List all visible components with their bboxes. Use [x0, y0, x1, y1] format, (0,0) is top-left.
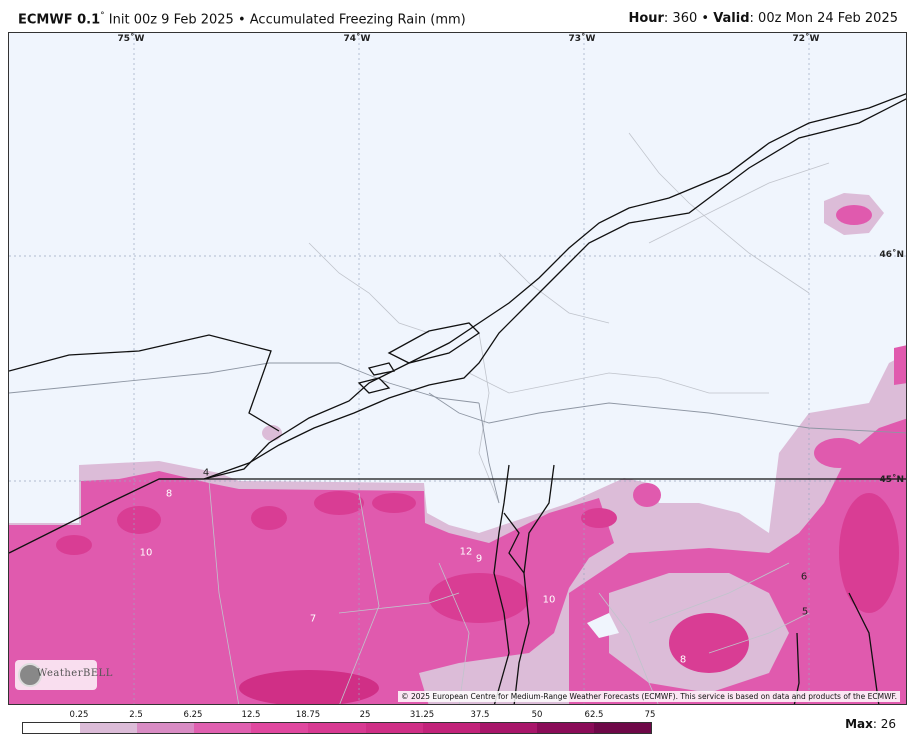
legend-label: 18.75	[295, 710, 321, 720]
value-label: 5	[801, 606, 809, 618]
value-label: 9	[475, 553, 483, 565]
value-label: 6	[800, 571, 808, 583]
legend-label: 0.25	[69, 710, 89, 720]
hour-value: : 360 •	[663, 11, 714, 26]
legend-labels: 0.25 2.5 6.25 12.5 18.75 25 31.25 37.5 5…	[22, 710, 656, 722]
legend-swatch	[137, 723, 195, 733]
header-bar: ECMWF 0.1° Init 00z 9 Feb 2025 • Accumul…	[0, 0, 914, 32]
lon-label-73w: 73˚W	[568, 34, 596, 44]
legend-label: 37.5	[470, 710, 490, 720]
legend-swatch	[308, 723, 366, 733]
legend-label: 50	[531, 710, 543, 720]
legend-label: 2.5	[129, 710, 143, 720]
color-legend: 0.25 2.5 6.25 12.5 18.75 25 31.25 37.5 5…	[22, 708, 656, 738]
map-svg	[9, 33, 906, 704]
legend-swatch	[479, 723, 537, 733]
legend-label: 62.5	[584, 710, 604, 720]
valid-time: Hour: 360 • Valid: 00z Mon 24 Feb 2025	[628, 11, 898, 26]
max-value: Max: 26	[845, 717, 896, 731]
precip-fill	[9, 193, 906, 704]
value-label: 10	[139, 547, 153, 559]
valid-value: : 00z Mon 24 Feb 2025	[749, 11, 898, 26]
legend-label: 31.25	[409, 710, 435, 720]
legend-swatch	[593, 723, 652, 733]
legend-swatch	[23, 723, 81, 733]
legend-label: 25	[359, 710, 371, 720]
value-label: 7	[309, 613, 317, 625]
legend-swatch	[365, 723, 423, 733]
value-label: 8	[165, 488, 173, 500]
legend-swatch	[251, 723, 309, 733]
legend-label: 6.25	[183, 710, 203, 720]
legend-swatch	[422, 723, 480, 733]
hour-label: Hour	[628, 11, 664, 26]
init-text: Init 00z 9 Feb 2025 • Accumulated Freezi…	[104, 12, 466, 28]
lon-label-75w: 75˚W	[117, 34, 145, 44]
map-panel[interactable]: 75˚W 74˚W 73˚W 72˚W 46˚N 45˚N 4 8 10 7 1…	[8, 32, 907, 705]
lon-label-72w: 72˚W	[792, 34, 820, 44]
value-label: 12	[459, 546, 473, 558]
legend-label: 75	[644, 710, 656, 720]
valid-label: Valid	[713, 11, 750, 26]
logo-text: WeatherBELL	[37, 668, 113, 679]
legend-swatch	[536, 723, 594, 733]
max-number: : 26	[872, 717, 896, 731]
legend-color-bar	[22, 722, 652, 734]
legend-swatch	[80, 723, 138, 733]
max-label: Max	[845, 717, 873, 731]
value-label: 10	[542, 594, 556, 606]
lon-label-74w: 74˚W	[343, 34, 371, 44]
model-name: ECMWF 0.1	[18, 12, 101, 28]
legend-swatch	[194, 723, 252, 733]
legend-label: 12.5	[241, 710, 261, 720]
lat-label-46n: 46˚N	[879, 250, 904, 260]
weatherbell-logo: WeatherBELL	[15, 660, 112, 690]
value-label: 8	[679, 654, 687, 666]
value-label: 4	[202, 467, 210, 479]
lat-label-45n: 45˚N	[879, 475, 904, 485]
copyright-notice: © 2025 European Centre for Medium-Range …	[398, 691, 900, 702]
chart-title: ECMWF 0.1° Init 00z 9 Feb 2025 • Accumul…	[18, 11, 466, 27]
